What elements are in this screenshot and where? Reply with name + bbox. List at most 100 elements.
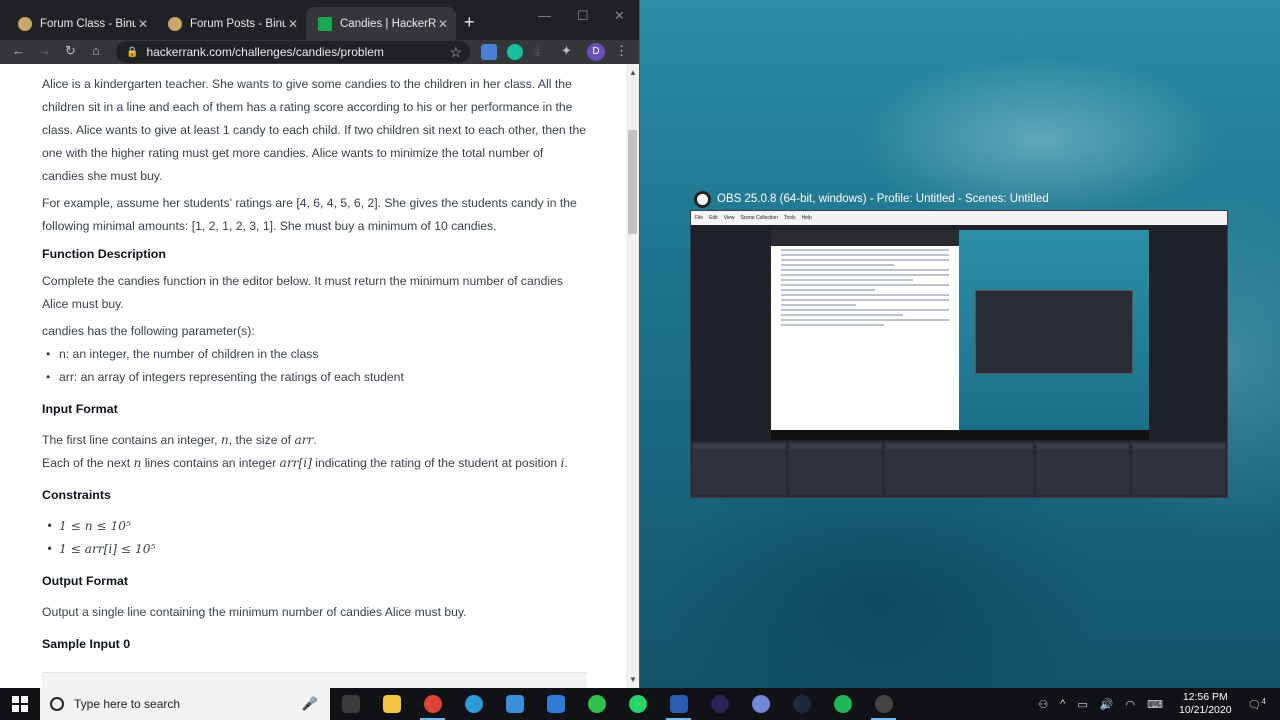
browser-toolbar: ← → ↻ ⌂ 🔒 hackerrank.com/challenges/cand… [0,40,639,64]
taskbar-task-view[interactable] [330,688,371,720]
reload-icon[interactable]: ↻ [65,43,76,59]
constraints-heading: Constraints [42,488,111,502]
obs-menu-file[interactable]: File [695,215,703,221]
taskbar-search-box[interactable]: Type here to search 🎤 [40,688,330,720]
obs-menu-tools[interactable]: Tools [784,215,796,221]
obs-window[interactable]: OBS 25.0.8 (64-bit, windows) - Profile: … [690,188,1228,498]
start-button[interactable] [0,688,40,720]
whatsapp-icon [628,695,647,713]
profile-avatar[interactable]: D [587,43,605,61]
keyboard-icon[interactable]: ⌨ [1147,698,1163,711]
obs-body: File Edit View Scene Collection Tools He… [690,210,1228,498]
input-format-heading: Input Format [42,402,118,416]
extensions-puzzle-icon[interactable]: ✦ [561,43,572,59]
scroll-down-icon[interactable]: ▼ [629,675,637,684]
params-intro: candies has the following parameter(s): [42,324,255,338]
close-window-icon[interactable]: ✕ [614,8,625,24]
steam-icon [792,695,811,713]
battery-icon[interactable]: ▭ [1077,698,1087,711]
scrollbar-thumb[interactable] [628,130,637,234]
clock-time: 12:56 PM [1182,691,1228,703]
menu-kebab-icon[interactable]: ⋮ [615,43,628,59]
clock-date: 10/21/2020 [1179,704,1232,716]
obs-menu-view[interactable]: View [724,215,735,221]
obs-transitions-dock[interactable] [1036,443,1130,495]
function-description: Complete the candies function in the edi… [42,274,563,311]
notification-center-icon[interactable]: 🗨4 [1248,697,1266,712]
close-tab-icon[interactable]: ✕ [438,17,448,31]
store-icon [505,695,524,713]
problem-example: For example, assume her students' rating… [42,196,577,233]
taskbar-edge[interactable] [453,688,494,720]
clock[interactable]: 12:56 PM 10/21/2020 [1179,691,1232,717]
wifi-icon[interactable]: ◠ [1126,698,1136,711]
minimize-icon[interactable]: — [538,8,551,23]
page-viewport: Alice is a kindergarten teacher. She wan… [0,64,626,688]
scroll-up-icon[interactable]: ▲ [629,68,637,77]
grammarly-extension-icon[interactable] [507,44,523,60]
volume-icon[interactable]: 🔊 [1100,698,1114,711]
taskbar-eclipse[interactable] [699,688,740,720]
binus-favicon-icon [168,16,182,31]
url-text: hackerrank.com/challenges/candies/proble… [146,45,384,59]
bookmark-star-icon[interactable]: ☆ [449,44,462,61]
obs-scenes-dock[interactable] [693,443,786,495]
obs-menu-help[interactable]: Help [802,215,812,221]
page-scrollbar[interactable]: ▲ ▼ [626,64,639,688]
download-extension-icon[interactable]: ⤓ [535,43,541,59]
close-tab-icon[interactable]: ✕ [138,17,148,31]
constraints-list: 1 ≤ n ≤ 10⁵ 1 ≤ arr[i] ≤ 10⁵ [42,515,587,561]
obs-title-bar[interactable]: OBS 25.0.8 (64-bit, windows) - Profile: … [690,188,1228,210]
tab-forum-posts[interactable]: Forum Posts - Binusm ✕ [156,7,306,40]
show-hidden-icons-chevron-icon[interactable]: ^ [1060,698,1065,710]
taskbar-dev-cpp[interactable] [658,688,699,720]
obs-menu-scene-collection[interactable]: Scene Collection [740,215,778,221]
address-bar[interactable]: 🔒 hackerrank.com/challenges/candies/prob… [116,41,470,63]
microphone-icon[interactable]: 🎤 [302,696,318,712]
translate-extension-icon[interactable] [481,44,497,60]
taskbar-whatsapp[interactable] [617,688,658,720]
tab-candies-hackerrank[interactable]: Candies | HackerRank ✕ [306,7,456,40]
back-icon[interactable]: ← [12,43,25,59]
home-icon[interactable]: ⌂ [92,43,100,59]
task-view-icon [341,695,360,713]
people-icon[interactable]: ⚇ [1038,698,1048,711]
obs-sources-dock[interactable] [788,443,882,495]
list-item: n: an integer, the number of children in… [46,343,587,366]
taskbar-discord[interactable] [740,688,781,720]
list-item: arr: an array of integers representing t… [46,366,587,389]
chrome-icon [423,695,442,713]
taskbar-mail[interactable] [535,688,576,720]
problem-intro: Alice is a kindergarten teacher. She wan… [42,77,587,183]
obs-logo-icon [694,190,711,208]
list-item: 1 ≤ arr[i] ≤ 10⁵ [46,538,587,561]
close-tab-icon[interactable]: ✕ [288,17,298,31]
new-tab-icon[interactable]: + [464,12,475,33]
forward-icon[interactable]: → [38,43,51,59]
obs-menu-edit[interactable]: Edit [709,215,718,221]
sample-input-heading: Sample Input 0 [42,637,131,651]
taskbar-steam[interactable] [781,688,822,720]
chrome-window: Forum Class - Binusm ✕ Forum Posts - Bin… [0,0,640,688]
notification-count: 4 [1261,696,1266,706]
file-explorer-icon [382,695,401,713]
tab-forum-class[interactable]: Forum Class - Binusm ✕ [6,7,156,40]
obs-capture-preview [771,230,1149,440]
maximize-icon[interactable]: ☐ [577,8,589,24]
taskbar-file-explorer[interactable] [371,688,412,720]
line-icon [587,695,606,713]
obs-audio-mixer-dock[interactable] [884,443,1034,495]
taskbar-store[interactable] [494,688,535,720]
params-list: n: an integer, the number of children in… [42,343,587,389]
taskbar-line[interactable] [576,688,617,720]
obs-controls-dock[interactable] [1132,443,1226,495]
taskbar-chrome[interactable] [412,688,453,720]
output-format-heading: Output Format [42,574,129,588]
obs-menu-bar: File Edit View Scene Collection Tools He… [691,211,1227,225]
input-line-1: The first line contains an integer, n, t… [42,433,317,447]
taskbar-obs[interactable] [863,688,904,720]
taskbar-apps [330,688,904,720]
system-tray: ⚇ ^ ▭ 🔊 ◠ ⌨ 12:56 PM 10/21/2020 🗨4 [1032,688,1280,720]
taskbar-spotify[interactable] [822,688,863,720]
cortana-icon [50,697,64,711]
